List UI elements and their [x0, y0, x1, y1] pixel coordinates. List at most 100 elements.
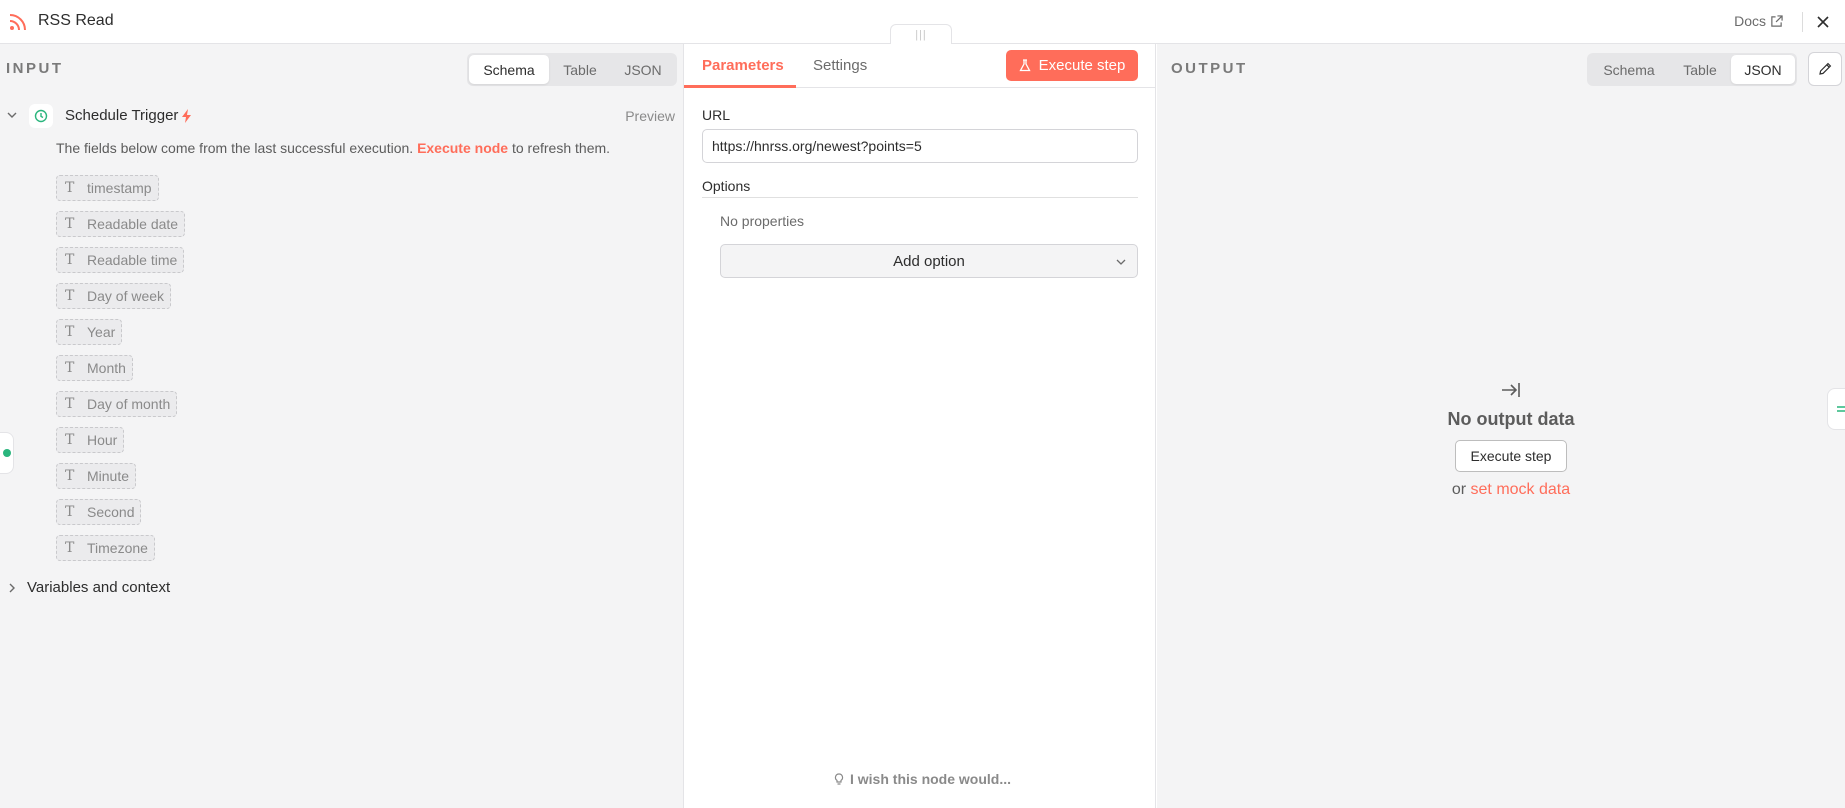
chevron-down-icon[interactable] [6, 109, 18, 121]
input-panel: INPUT Schema Table JSON Schedule Trigger… [0, 44, 684, 808]
close-button[interactable] [1813, 12, 1833, 32]
field-name: Readable time [87, 252, 178, 268]
schedule-trigger-badge [29, 104, 53, 128]
options-divider [702, 197, 1138, 198]
rss-icon [9, 14, 26, 31]
field-name: Day of month [87, 396, 171, 412]
string-type-icon: T [65, 504, 75, 520]
pencil-icon [1819, 62, 1832, 75]
schema-field[interactable]: T Day of month [56, 391, 178, 417]
string-type-icon: T [65, 540, 75, 556]
feedback-link[interactable]: I wish this node would... [834, 771, 1011, 787]
output-view-switcher: Schema Table JSON [1587, 53, 1797, 86]
schema-field[interactable]: T Year [56, 319, 123, 345]
node-icon [1837, 406, 1845, 412]
parameter-tabs: Parameters Settings Execute step [684, 44, 1156, 88]
output-view-schema[interactable]: Schema [1589, 55, 1669, 84]
docs-link[interactable]: Docs [1734, 13, 1783, 29]
preview-label: Preview [625, 108, 675, 124]
execute-step-button[interactable]: Execute step [1006, 50, 1138, 81]
string-type-icon: T [65, 180, 75, 196]
docs-label: Docs [1734, 13, 1766, 29]
schema-field[interactable]: T Readable time [56, 247, 185, 273]
url-label: URL [702, 107, 731, 123]
notice-text-before: The fields below come from the last succ… [56, 140, 414, 156]
input-view-schema[interactable]: Schema [469, 55, 549, 84]
variables-context-row[interactable]: Variables and context [0, 576, 300, 600]
close-icon [1817, 16, 1829, 28]
panel-drag-handle[interactable]: ||| [890, 24, 952, 44]
parameters-panel: Parameters Settings Execute step URL htt… [684, 44, 1156, 808]
schema-field[interactable]: T Month [56, 355, 133, 381]
output-view-json[interactable]: JSON [1731, 55, 1795, 84]
execute-node-link[interactable]: Execute node [417, 140, 508, 156]
add-option-dropdown[interactable]: Add option [720, 244, 1138, 278]
schema-field[interactable]: T timestamp [56, 175, 159, 201]
schema-field[interactable]: T Minute [56, 463, 137, 489]
field-name: Month [87, 360, 126, 376]
feedback-label: I wish this node would... [850, 771, 1011, 787]
field-name: Readable date [87, 216, 179, 232]
string-type-icon: T [65, 252, 75, 268]
clock-icon [34, 109, 48, 123]
header-divider [1802, 12, 1803, 32]
output-label: OUTPUT [1171, 60, 1248, 77]
string-type-icon: T [65, 468, 75, 484]
external-link-icon [1771, 14, 1783, 27]
execute-step-label: Execute step [1038, 57, 1126, 74]
field-name: Minute [87, 468, 130, 484]
mock-prefix: or [1451, 481, 1467, 498]
string-type-icon: T [65, 216, 75, 232]
mock-data-line: or set mock data [1401, 481, 1621, 499]
flask-icon [1019, 59, 1031, 72]
notice-text-after: to refresh them. [511, 140, 611, 156]
input-view-table[interactable]: Table [549, 55, 611, 84]
field-name: Day of week [87, 288, 165, 304]
schedule-trigger-row[interactable]: Schedule Trigger Preview [0, 100, 684, 132]
no-output-state: No output data Execute step or set mock … [1401, 381, 1621, 499]
node-title[interactable]: RSS Read [38, 12, 114, 30]
chevron-right-icon [9, 583, 15, 593]
active-tab-indicator [684, 85, 796, 88]
output-view-table[interactable]: Table [1669, 55, 1731, 84]
string-type-icon: T [65, 324, 75, 340]
schema-field[interactable]: T Hour [56, 427, 125, 453]
field-name: Hour [87, 432, 118, 448]
tab-parameters[interactable]: Parameters [702, 57, 784, 74]
output-panel: OUTPUT Schema Table JSON No output data … [1157, 44, 1845, 808]
lightbulb-icon [834, 772, 844, 785]
arrow-to-line-icon [1502, 383, 1520, 397]
output-execute-step-button[interactable]: Execute step [1455, 440, 1567, 472]
input-view-switcher: Schema Table JSON [467, 53, 677, 86]
string-type-icon: T [65, 396, 75, 412]
schema-field[interactable]: T Readable date [56, 211, 186, 237]
field-name: Year [87, 324, 116, 340]
set-mock-data-link[interactable]: set mock data [1471, 481, 1571, 498]
schema-field[interactable]: T Second [56, 499, 142, 525]
trigger-name: Schedule Trigger [65, 107, 179, 124]
field-name: Timezone [87, 540, 148, 556]
string-type-icon: T [65, 360, 75, 376]
schema-field[interactable]: T Timezone [56, 535, 155, 561]
previous-node-button[interactable] [0, 432, 14, 474]
options-label: Options [702, 178, 751, 194]
next-node-button[interactable] [1827, 388, 1845, 430]
string-type-icon: T [65, 432, 75, 448]
url-input[interactable]: https://hnrss.org/newest?points=5 [702, 129, 1138, 163]
input-label: INPUT [6, 60, 64, 77]
tab-settings[interactable]: Settings [813, 57, 867, 74]
no-properties-text: No properties [720, 213, 805, 229]
schema-notice: The fields below come from the last succ… [56, 140, 610, 156]
add-option-label: Add option [893, 252, 965, 270]
field-name: Second [87, 504, 135, 520]
edit-output-button[interactable] [1808, 52, 1842, 86]
input-view-json[interactable]: JSON [611, 55, 675, 84]
trigger-node-icon [3, 449, 11, 457]
chevron-down-icon [1116, 259, 1126, 265]
schema-field[interactable]: T Day of week [56, 283, 172, 309]
variables-context-label: Variables and context [27, 579, 171, 596]
no-output-title: No output data [1447, 409, 1575, 429]
field-name: timestamp [87, 180, 152, 196]
string-type-icon: T [65, 288, 75, 304]
bolt-icon [182, 109, 191, 123]
